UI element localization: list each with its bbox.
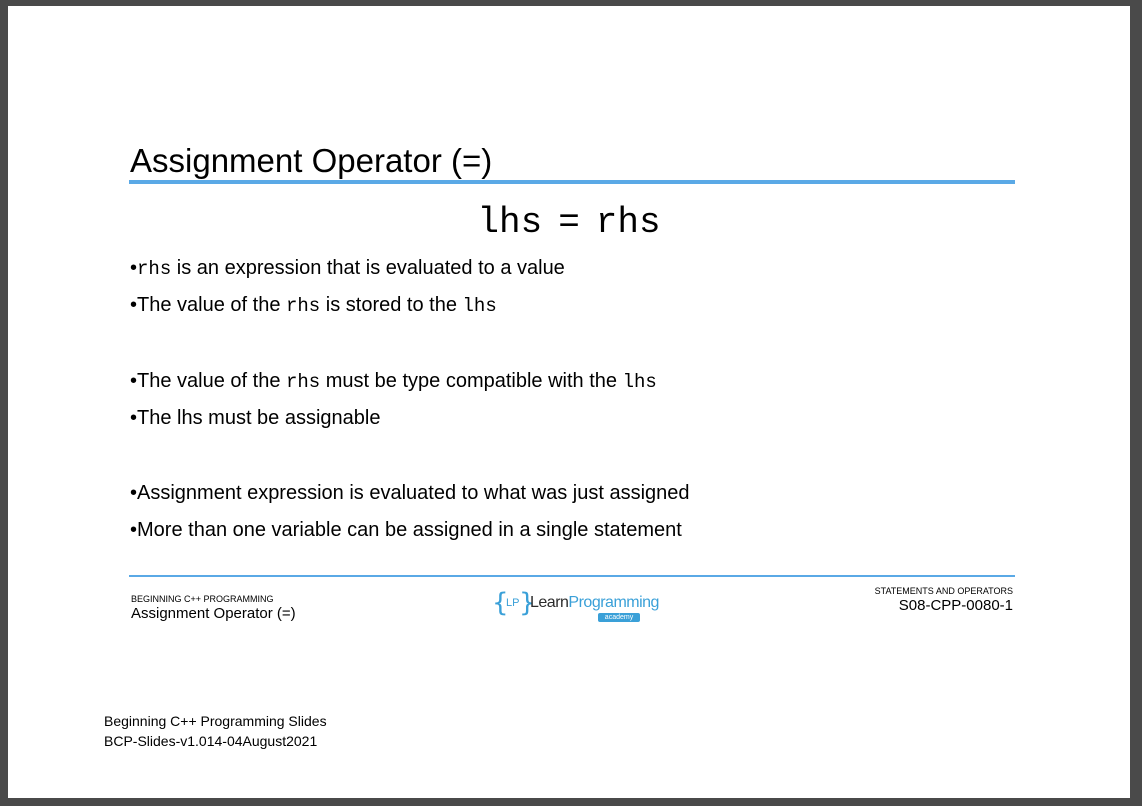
bullet-item: •The value of the rhs is stored to the l…	[130, 294, 497, 317]
footer-divider	[129, 575, 1015, 577]
bullet-item: •Assignment expression is evaluated to w…	[130, 482, 690, 505]
bullet-marker: •	[130, 482, 138, 504]
document-version: BCP-Slides-v1.014-04August2021	[104, 733, 318, 749]
bullet-marker: •	[130, 294, 138, 316]
bullet-text: The lhs must be assignable	[137, 407, 381, 429]
bullet-text: The value of the	[137, 294, 286, 316]
footer-section: STATEMENTS AND OPERATORS	[874, 586, 1013, 596]
logo-initials: LP	[506, 597, 520, 609]
formula: lhs = rhs	[8, 202, 1130, 243]
bullet-item: •More than one variable can be assigned …	[130, 519, 682, 542]
bullet-text: is stored to the	[320, 294, 463, 316]
bullet-marker: •	[130, 407, 138, 429]
bullet-marker: •	[130, 519, 138, 541]
bullet-code-text: rhs	[286, 295, 321, 317]
logo-word-main: Learn	[530, 594, 569, 611]
footer-slide-code: S08-CPP-0080-1	[898, 597, 1013, 614]
slide-page: Assignment Operator (=) lhs = rhs •rhs is …	[8, 6, 1130, 798]
logo-tagline: academy	[598, 613, 640, 622]
bullet-text: More than one variable can be assigned i…	[137, 519, 682, 541]
slide-title: Assignment Operator (=)	[130, 142, 493, 179]
bullet-text: is an expression that is evaluated to a …	[171, 257, 565, 279]
footer-topic: Assignment Operator (=)	[131, 605, 296, 622]
logo-word-accent: Programming	[568, 594, 659, 611]
bullet-code-text: lhs	[462, 295, 497, 317]
document-title: Beginning C++ Programming Slides	[104, 713, 327, 729]
bullet-item: •The value of the rhs must be type compa…	[130, 370, 657, 393]
bullet-marker: •	[130, 257, 138, 279]
formula-rhs: rhs	[595, 202, 661, 243]
bullet-text: The value of the	[137, 370, 286, 392]
footer-course: BEGINNING C++ PROGRAMMING	[131, 594, 274, 604]
bullet-code-text: rhs	[137, 258, 172, 280]
bullet-text: must be type compatible with the	[320, 370, 623, 392]
bullet-marker: •	[130, 370, 138, 392]
bullet-code-text: lhs	[622, 371, 657, 393]
learn-programming-logo: { LP } LearnProgramming academy	[492, 588, 659, 622]
logo-wordmark: LearnProgramming	[530, 594, 659, 612]
bullet-item: •The lhs must be assignable	[130, 407, 380, 430]
formula-operator: =	[558, 202, 580, 243]
title-divider	[129, 180, 1015, 184]
bullet-code-text: rhs	[286, 371, 321, 393]
formula-lhs: lhs	[477, 202, 543, 243]
bullet-item: •rhs is an expression that is evaluated …	[130, 257, 565, 280]
bullet-text: Assignment expression is evaluated to wh…	[137, 482, 690, 504]
